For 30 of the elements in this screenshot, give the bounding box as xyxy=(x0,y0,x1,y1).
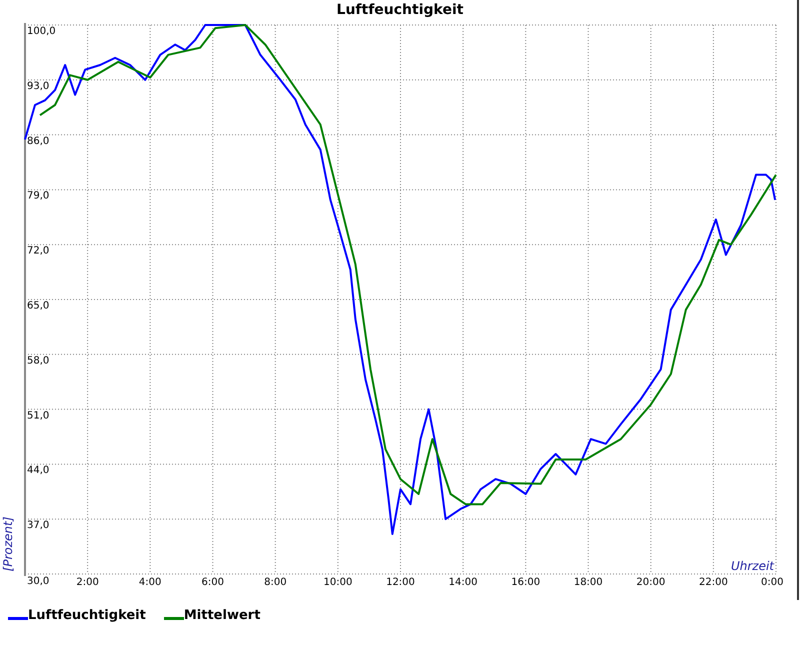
y-tick-label: 93,0 xyxy=(27,80,50,92)
y-tick-label: 79,0 xyxy=(27,190,50,202)
x-tick-label: 4:00 xyxy=(138,577,162,588)
x-tick-label: 18:00 xyxy=(574,577,603,588)
axis-title: [Prozent] xyxy=(1,516,15,572)
y-tick-label: 51,0 xyxy=(27,410,50,422)
legend-label: Luftfeuchtigkeit xyxy=(28,608,146,623)
x-tick-label: 6:00 xyxy=(202,577,224,588)
x-tick-label: 8:00 xyxy=(264,577,287,588)
x-tick-label: 16:00 xyxy=(511,577,540,588)
legend-label: Mittelwert xyxy=(184,608,260,623)
y-tick-label: 65,0 xyxy=(27,300,50,312)
x-tick-label: 12:00 xyxy=(386,577,415,588)
y-tick-label: 58,0 xyxy=(27,355,50,366)
y-tick-label: 37,0 xyxy=(27,520,50,532)
x-tick-label: 0:00 xyxy=(761,577,784,588)
axis-title: Uhrzeit xyxy=(730,559,774,573)
y-tick-label: 30,0 xyxy=(27,576,50,587)
y-tick-label: 72,0 xyxy=(27,246,50,257)
y-tick-label: 86,0 xyxy=(27,136,50,147)
y-tick-label: 44,0 xyxy=(27,465,50,476)
legend-swatch xyxy=(164,617,184,620)
x-tick-label: 10:00 xyxy=(324,577,352,588)
legend-swatch xyxy=(8,617,28,620)
x-tick-label: 2:00 xyxy=(76,577,99,588)
x-tick-label: 20:00 xyxy=(636,577,666,588)
chart-title: Luftfeuchtigkeit xyxy=(336,2,464,18)
x-tick-label: 14:00 xyxy=(448,577,478,588)
x-tick-label: 22:00 xyxy=(699,577,728,588)
y-tick-label: 100,0 xyxy=(27,26,56,37)
